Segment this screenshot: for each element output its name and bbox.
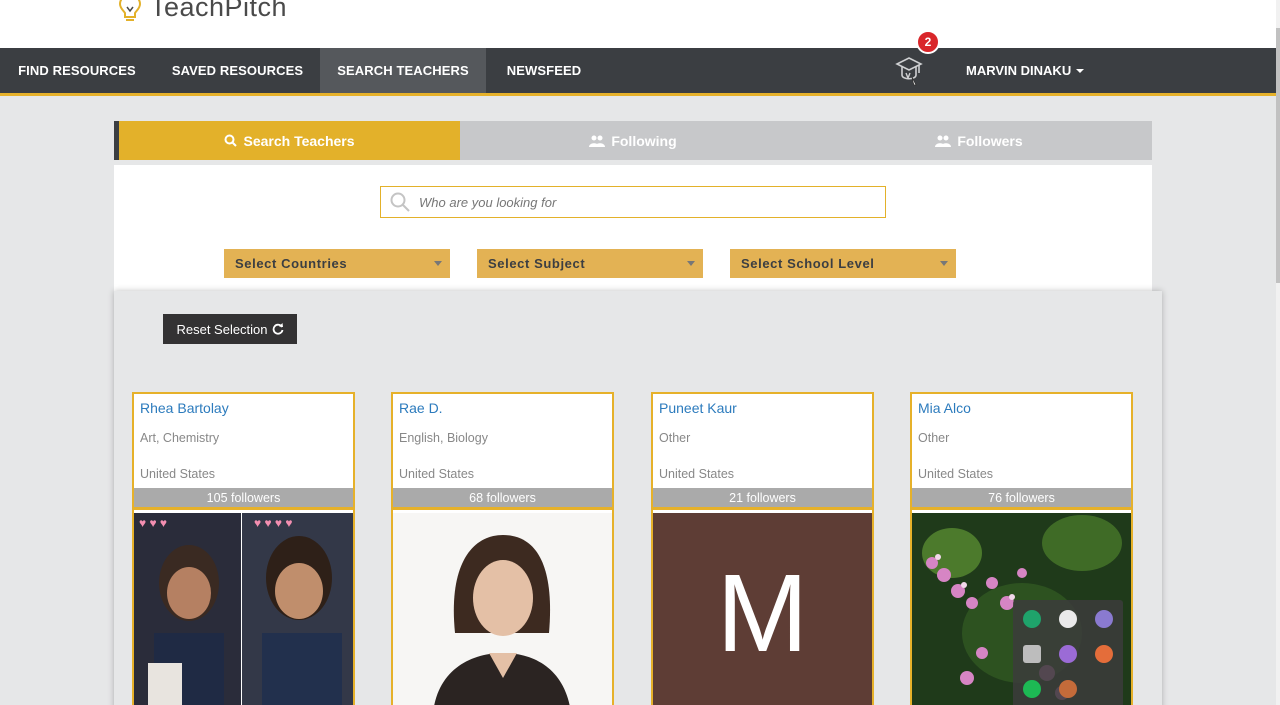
tab-following[interactable]: Following — [460, 121, 806, 160]
browser-icon[interactable] — [1095, 610, 1113, 628]
teacher-card[interactable]: Rhea Bartolay Art, Chemistry United Stat… — [132, 392, 355, 705]
scrollbar-thumb[interactable] — [1276, 28, 1280, 283]
select-countries[interactable]: Select Countries — [224, 249, 450, 278]
teacher-search-input[interactable] — [419, 188, 879, 216]
select-label: Select Subject — [488, 256, 586, 271]
refresh-icon — [272, 323, 283, 335]
teachpitch-logo[interactable]: TeachPitch — [116, 0, 287, 23]
logo-text: TeachPitch — [150, 0, 288, 22]
teacher-subjects: Other — [918, 431, 950, 445]
system-tray-overlay — [1013, 600, 1123, 705]
main-navbar: FIND RESOURCES SAVED RESOURCES SEARCH TE… — [0, 48, 1276, 96]
reset-selection-button[interactable]: Reset Selection — [163, 314, 297, 344]
bolt-icon[interactable] — [1023, 610, 1041, 628]
tab-label: Followers — [957, 132, 1023, 149]
teacher-subjects: English, Biology — [399, 431, 488, 445]
spotify-icon[interactable] — [1023, 680, 1041, 698]
notification-badge[interactable]: 2 — [916, 30, 940, 54]
search-box[interactable] — [380, 186, 886, 218]
users-icon — [935, 135, 952, 147]
user-name: MARVIN DINAKU — [966, 63, 1072, 78]
nav-newsfeed[interactable]: NEWSFEED — [486, 48, 602, 93]
shield-icon[interactable] — [1059, 610, 1077, 628]
teacher-name[interactable]: Mia Alco — [918, 400, 971, 416]
teacher-tabs: Search Teachers Following Followers — [114, 121, 1152, 160]
teacher-notifications-icon[interactable] — [894, 55, 924, 87]
follower-count: 105 followers — [134, 488, 353, 510]
nav-find-resources[interactable]: FIND RESOURCES — [0, 48, 154, 93]
svg-text:♥ ♥ ♥: ♥ ♥ ♥ — [139, 516, 167, 530]
tab-search-teachers[interactable]: Search Teachers — [114, 121, 460, 160]
teacher-photo[interactable] — [393, 513, 612, 705]
caret-down-icon — [687, 261, 695, 266]
avatar-letter: M — [716, 551, 809, 675]
page-scrollbar[interactable] — [1276, 0, 1280, 705]
teacher-name[interactable]: Rae D. — [399, 400, 443, 416]
caret-down-icon — [434, 261, 442, 266]
tab-label: Search Teachers — [243, 132, 355, 149]
teacher-avatar-letter[interactable]: M — [653, 513, 872, 705]
teacher-photo[interactable]: ♥ ♥ ♥ ♥ ♥ ♥ ♥ — [134, 513, 353, 705]
teacher-subjects: Art, Chemistry — [140, 431, 220, 445]
chat-icon[interactable] — [1023, 645, 1041, 663]
follower-count: 76 followers — [912, 488, 1131, 510]
select-label: Select Countries — [235, 256, 348, 271]
tab-label: Following — [611, 132, 677, 149]
teacher-card[interactable]: Rae D. English, Biology United States 68… — [391, 392, 614, 705]
results-panel: Reset Selection Rhea Bartolay Art, Chemi… — [114, 291, 1162, 705]
search-icon — [224, 134, 238, 147]
nav-search-teachers[interactable]: SEARCH TEACHERS — [320, 48, 486, 93]
teacher-country: United States — [918, 467, 994, 481]
teacher-name[interactable]: Rhea Bartolay — [140, 400, 229, 416]
feather-icon[interactable] — [1059, 645, 1077, 663]
reset-label: Reset Selection — [176, 321, 268, 337]
teacher-country: United States — [659, 467, 735, 481]
teacher-country: United States — [399, 467, 475, 481]
users-icon — [589, 135, 606, 147]
top-header: TeachPitch — [0, 0, 1276, 48]
follower-count: 21 followers — [653, 488, 872, 510]
filter-panel: Select Countries Select Subject Select S… — [114, 165, 1152, 291]
teacher-subjects: Other — [659, 431, 691, 445]
select-subject[interactable]: Select Subject — [477, 249, 703, 278]
user-menu[interactable]: MARVIN DINAKU — [966, 48, 1085, 93]
app-icon[interactable] — [1095, 645, 1113, 663]
nav-saved-resources[interactable]: SAVED RESOURCES — [155, 48, 320, 93]
follower-count: 68 followers — [393, 488, 612, 510]
tab-followers[interactable]: Followers — [806, 121, 1152, 160]
caret-down-icon — [940, 261, 948, 266]
select-label: Select School Level — [741, 256, 875, 271]
caret-down-icon — [1076, 68, 1085, 73]
teacher-card[interactable]: Puneet Kaur Other United States 21 follo… — [651, 392, 874, 705]
select-school-level[interactable]: Select School Level — [730, 249, 956, 278]
svg-text:♥ ♥ ♥ ♥: ♥ ♥ ♥ ♥ — [254, 516, 293, 530]
teacher-country: United States — [140, 467, 216, 481]
search-icon — [390, 192, 410, 212]
palette-icon[interactable] — [1059, 680, 1077, 698]
teacher-name[interactable]: Puneet Kaur — [659, 400, 737, 416]
lightbulb-icon — [118, 0, 142, 21]
